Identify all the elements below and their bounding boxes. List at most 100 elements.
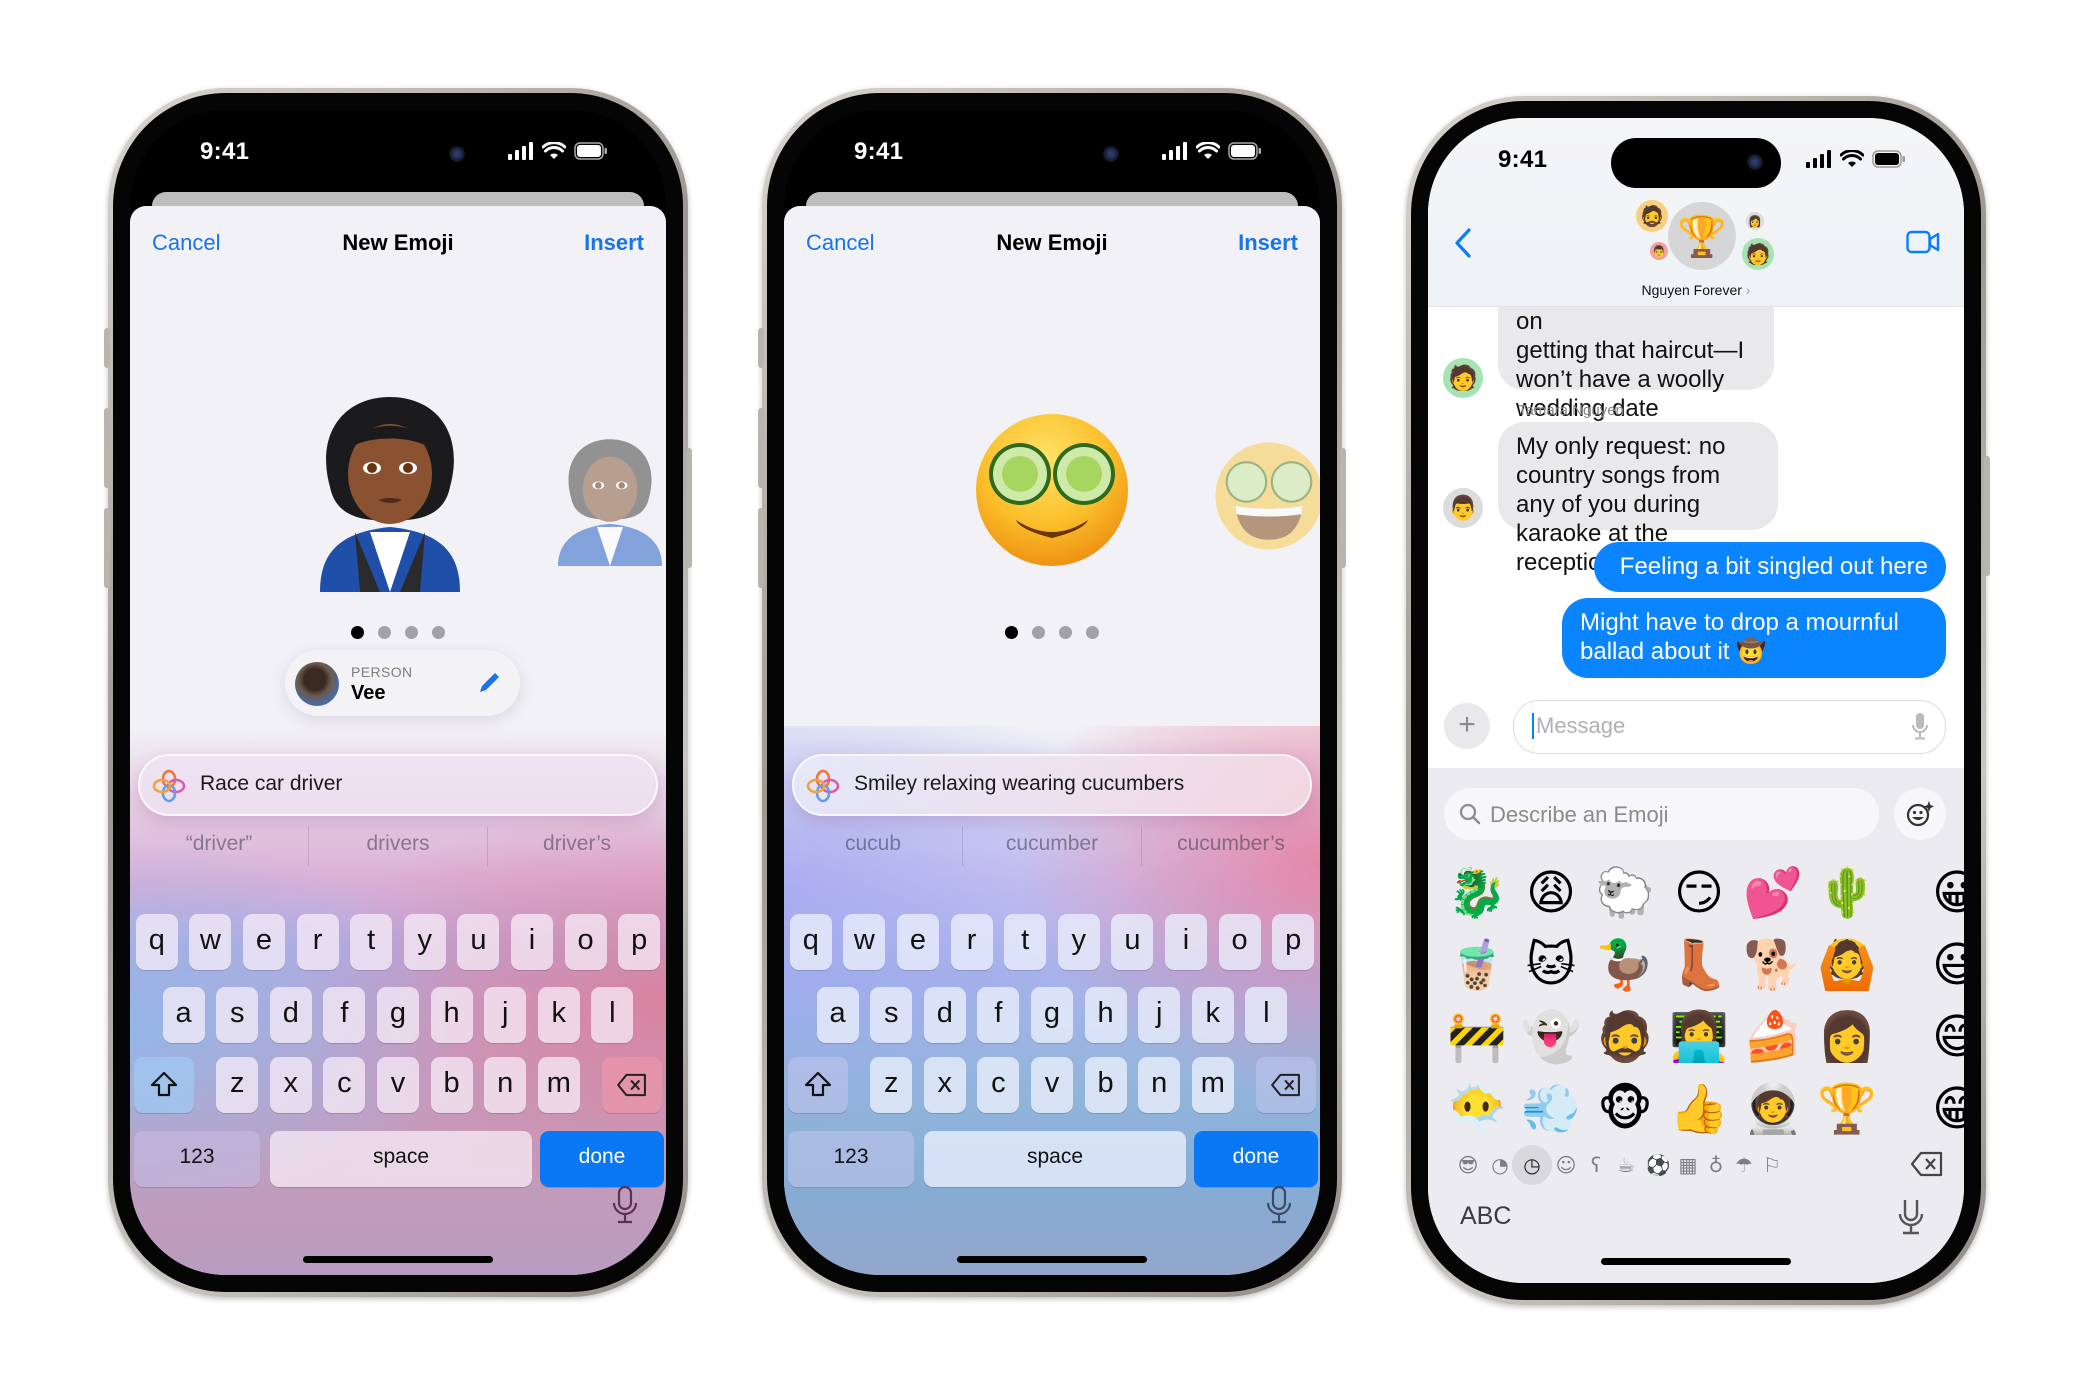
key-r[interactable]: r	[296, 914, 339, 970]
emoji-cell[interactable]: 👻	[1516, 1002, 1586, 1072]
create-genmoji-button[interactable]	[1894, 788, 1946, 840]
suggestion[interactable]: driver’s	[487, 826, 666, 866]
page-indicator[interactable]	[784, 626, 1320, 639]
sender-avatar[interactable]: 🧑	[1443, 358, 1483, 398]
emoji-cell[interactable]: 💨	[1516, 1074, 1586, 1144]
key-n[interactable]: n	[484, 1057, 527, 1113]
key-v[interactable]: v	[1031, 1057, 1073, 1113]
key-s[interactable]: s	[870, 987, 913, 1043]
message-bubble-outgoing[interactable]: Might have to drop a mournful ballad abo…	[1562, 598, 1946, 678]
group-name[interactable]: Nguyen Forever ›	[1428, 282, 1964, 298]
emoji-cell[interactable]: 🧋	[1442, 930, 1512, 1000]
key-t[interactable]: t	[1004, 914, 1047, 970]
key-c[interactable]: c	[323, 1057, 366, 1113]
page-indicator[interactable]	[130, 626, 666, 639]
key-q[interactable]: q	[135, 914, 178, 970]
space-key[interactable]: space	[924, 1131, 1186, 1187]
key-e[interactable]: e	[243, 914, 285, 970]
key-n[interactable]: n	[1138, 1057, 1181, 1113]
numbers-key[interactable]: 123	[134, 1131, 260, 1187]
message-input[interactable]: Message	[1513, 700, 1946, 754]
key-u[interactable]: u	[457, 914, 500, 970]
shift-key[interactable]	[134, 1057, 194, 1113]
emoji-cell[interactable]: 💕	[1738, 858, 1808, 928]
emoji-cell[interactable]: 😩	[1516, 858, 1586, 928]
key-p[interactable]: p	[618, 914, 661, 970]
key-z[interactable]: z	[216, 1057, 259, 1113]
emoji-cell[interactable]: 🏆	[1812, 1074, 1882, 1144]
key-x[interactable]: x	[923, 1057, 966, 1113]
group-avatar[interactable]: 🏆	[1668, 202, 1736, 270]
emoji-prompt-field[interactable]: Race car driver	[138, 754, 658, 816]
key-h[interactable]: h	[430, 987, 473, 1043]
mic-icon[interactable]	[1911, 712, 1929, 740]
emoji-cell[interactable]: 🐵	[1590, 1074, 1660, 1144]
key-c[interactable]: c	[977, 1057, 1020, 1113]
key-g[interactable]: g	[377, 987, 419, 1043]
facetime-video-icon[interactable]	[1906, 230, 1940, 254]
key-v[interactable]: v	[377, 1057, 419, 1113]
done-key[interactable]: done	[540, 1131, 664, 1187]
page-dot-active[interactable]	[1005, 626, 1018, 639]
insert-button[interactable]: Insert	[584, 230, 644, 256]
key-o[interactable]: o	[1218, 914, 1261, 970]
emoji-cell[interactable]: 🐱	[1516, 930, 1586, 1000]
insert-button[interactable]: Insert	[1238, 230, 1298, 256]
key-x[interactable]: x	[269, 1057, 312, 1113]
numbers-key[interactable]: 123	[788, 1131, 914, 1187]
genmoji-preview-current[interactable]	[300, 392, 480, 592]
genmoji-preview-next[interactable]	[550, 436, 666, 566]
page-dot-active[interactable]	[351, 626, 364, 639]
emoji-cell[interactable]: 🍰	[1738, 1002, 1808, 1072]
dictation-mic-icon[interactable]	[1898, 1198, 1924, 1236]
key-f[interactable]: f	[323, 987, 366, 1043]
key-d[interactable]: d	[923, 987, 966, 1043]
key-h[interactable]: h	[1084, 987, 1127, 1043]
emoji-cell[interactable]: 😶‍🌫️	[1442, 1074, 1512, 1144]
key-k[interactable]: k	[1191, 987, 1234, 1043]
key-f[interactable]: f	[977, 987, 1020, 1043]
home-indicator[interactable]	[303, 1256, 493, 1263]
emoji-cell[interactable]: 🌵	[1812, 858, 1882, 928]
emoji-cell[interactable]: 🧑‍🚀	[1738, 1074, 1808, 1144]
emoji-cell[interactable]: 😃	[1922, 930, 1964, 1000]
page-dot[interactable]	[1059, 626, 1072, 639]
key-z[interactable]: z	[870, 1057, 913, 1113]
home-indicator[interactable]	[957, 1256, 1147, 1263]
add-attachment-button[interactable]: +	[1444, 703, 1490, 749]
emoji-cell[interactable]: 🦆	[1590, 930, 1660, 1000]
genmoji-preview-next[interactable]	[1214, 441, 1320, 551]
emoji-cell[interactable]: 😁	[1922, 1074, 1964, 1144]
done-key[interactable]: done	[1194, 1131, 1318, 1187]
key-s[interactable]: s	[216, 987, 259, 1043]
key-p[interactable]: p	[1272, 914, 1315, 970]
suggestion[interactable]: cucumber’s	[1141, 826, 1320, 866]
key-b[interactable]: b	[1084, 1057, 1127, 1113]
emoji-cell[interactable]: 🐕	[1738, 930, 1808, 1000]
category-flags-icon[interactable]: ⚐	[1752, 1145, 1792, 1185]
emoji-cell[interactable]: 🐉	[1442, 858, 1512, 928]
sender-avatar[interactable]: 👨	[1443, 488, 1483, 528]
page-dot[interactable]	[378, 626, 391, 639]
key-l[interactable]: l	[1245, 987, 1288, 1043]
key-i[interactable]: i	[1165, 914, 1207, 970]
emoji-cell[interactable]: 👩	[1812, 1002, 1882, 1072]
key-q[interactable]: q	[789, 914, 832, 970]
back-chevron-icon[interactable]	[1454, 228, 1472, 258]
emoji-cell[interactable]: 🐑	[1590, 858, 1660, 928]
emoji-cell[interactable]: 👍	[1664, 1074, 1734, 1144]
key-i[interactable]: i	[511, 914, 553, 970]
dictation-mic-icon[interactable]	[612, 1185, 638, 1225]
suggestion[interactable]: cucumber	[962, 826, 1141, 866]
emoji-cell[interactable]: 😀	[1922, 858, 1964, 928]
delete-backspace-icon[interactable]	[1910, 1151, 1944, 1177]
key-j[interactable]: j	[1138, 987, 1181, 1043]
emoji-cell[interactable]: 👢	[1664, 930, 1734, 1000]
emoji-prompt-field[interactable]: Smiley relaxing wearing cucumbers	[792, 754, 1312, 816]
abc-keyboard-button[interactable]: ABC	[1460, 1202, 1511, 1231]
key-l[interactable]: l	[591, 987, 634, 1043]
emoji-cell[interactable]: 🧔	[1590, 1002, 1660, 1072]
key-o[interactable]: o	[564, 914, 607, 970]
message-bubble-outgoing[interactable]: Feeling a bit singled out here	[1594, 542, 1946, 592]
page-dot[interactable]	[405, 626, 418, 639]
